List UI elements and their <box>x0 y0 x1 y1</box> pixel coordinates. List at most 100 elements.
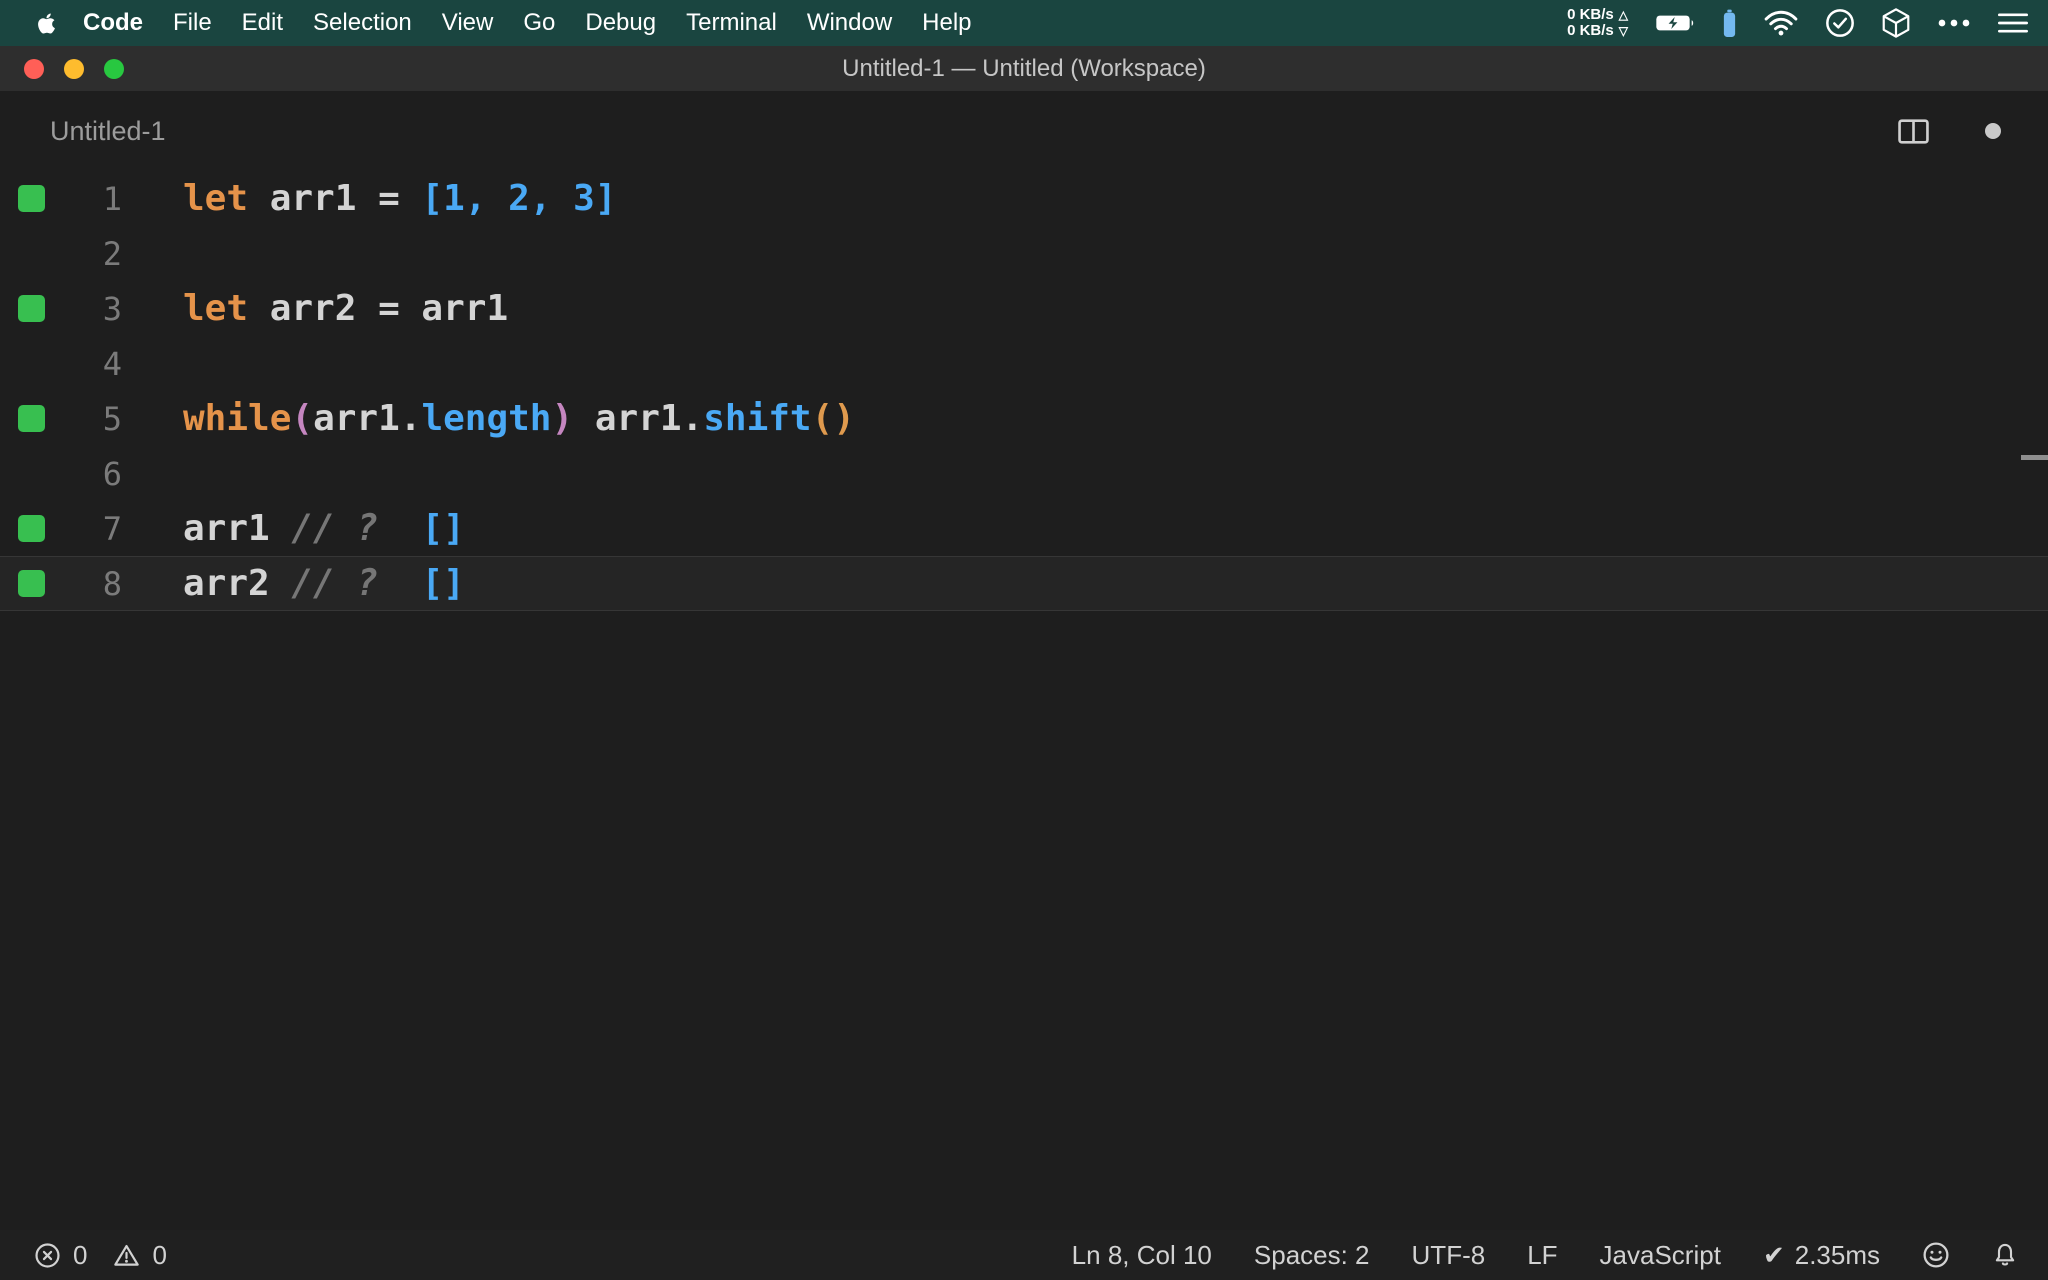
warnings-icon <box>113 1242 140 1269</box>
window-title: Untitled-1 — Untitled (Workspace) <box>842 54 1206 82</box>
code-text: arr1 // ? [] <box>183 508 465 549</box>
traffic-lights <box>24 46 124 91</box>
download-speed-value: 0 KB/s <box>1567 22 1614 39</box>
menu-item-edit[interactable]: Edit <box>227 9 298 37</box>
notifications-bell-icon[interactable] <box>1992 1241 2018 1269</box>
encoding[interactable]: UTF-8 <box>1412 1240 1486 1271</box>
token-blue: [1, 2, 3] <box>421 178 617 219</box>
token-keyword: while <box>183 398 292 439</box>
line-number: 5 <box>102 399 122 438</box>
line-number: 2 <box>102 234 122 273</box>
editor-actions <box>1898 118 2001 144</box>
token-plain: arr1 = <box>248 178 422 219</box>
code-line-7[interactable]: 7 arr1 // ? [] <box>0 501 2048 556</box>
code-text: let arr1 = [1, 2, 3] <box>183 178 617 219</box>
menu-item-view[interactable]: View <box>427 9 509 37</box>
menu-item-selection[interactable]: Selection <box>298 9 427 37</box>
token-orange: () <box>811 398 855 439</box>
quokka-coverage-marker <box>18 515 45 542</box>
battery-charging-icon[interactable] <box>1655 12 1695 34</box>
eol-sequence[interactable]: LF <box>1527 1240 1557 1271</box>
device-battery-icon[interactable] <box>1722 8 1737 39</box>
status-bar-right: Ln 8, Col 10 Spaces: 2 UTF-8 LF JavaScri… <box>1072 1240 2018 1271</box>
token-keyword: let <box>183 288 249 329</box>
upload-arrow-icon: △ <box>1618 8 1628 22</box>
code-line-3[interactable]: 3 let arr2 = arr1 <box>0 281 2048 336</box>
tab-untitled-1[interactable]: Untitled-1 <box>50 116 166 147</box>
gutter-marker-column <box>0 405 58 432</box>
code-lines: 1 let arr1 = [1, 2, 3] 2 3 let arr2 = arr1 4 5… <box>0 171 2048 611</box>
code-line-4[interactable]: 4 <box>0 336 2048 391</box>
line-number: 3 <box>102 289 122 328</box>
code-line-8[interactable]: 8 arr2 // ? [] <box>0 556 2048 611</box>
gutter-marker-column <box>0 185 58 212</box>
cube-icon[interactable] <box>1882 8 1910 38</box>
token-plain: arr1. <box>573 398 704 439</box>
code-text: let arr2 = arr1 <box>183 288 508 329</box>
menu-item-window[interactable]: Window <box>792 9 907 37</box>
apple-menu-icon[interactable] <box>24 11 68 36</box>
menu-item-debug[interactable]: Debug <box>570 9 671 37</box>
token-plain: arr1. <box>313 398 422 439</box>
menu-item-help[interactable]: Help <box>907 9 986 37</box>
zoom-button[interactable] <box>104 58 124 79</box>
split-editor-icon[interactable] <box>1898 118 1929 144</box>
warnings-count: 0 <box>152 1239 167 1270</box>
menu-item-go[interactable]: Go <box>508 9 570 37</box>
screen: Code File Edit Selection View Go Debug Terminal… <box>0 0 2048 1280</box>
line-number: 6 <box>102 454 122 493</box>
upload-speed-value: 0 KB/s <box>1567 6 1614 23</box>
window-title-bar: Untitled-1 — Untitled (Workspace) <box>0 46 2048 91</box>
errors-icon <box>34 1242 61 1269</box>
token-blue: shift <box>703 398 812 439</box>
menu-item-terminal[interactable]: Terminal <box>671 9 792 37</box>
language-mode[interactable]: JavaScript <box>1600 1240 1721 1271</box>
download-speed: 0 KB/s ▽ <box>1567 23 1628 39</box>
quokka-coverage-marker <box>18 295 45 322</box>
close-button[interactable] <box>24 58 44 79</box>
code-line-1[interactable]: 1 let arr1 = [1, 2, 3] <box>0 171 2048 226</box>
menu-lines-icon[interactable] <box>1998 12 2028 34</box>
code-line-2[interactable]: 2 <box>0 226 2048 281</box>
gutter-marker-column <box>0 570 58 597</box>
line-number: 4 <box>102 344 122 383</box>
code-line-5[interactable]: 5 while(arr1.length) arr1.shift() <box>0 391 2048 446</box>
quokka-coverage-marker <box>18 185 45 212</box>
editor: Untitled-1 1 let arr1 = [1, 2, 3] 2 3 let ar… <box>0 91 2048 1230</box>
cursor-position[interactable]: Ln 8, Col 10 <box>1072 1240 1212 1271</box>
line-number: 7 <box>102 509 122 548</box>
token-comment: // ? <box>291 563 379 604</box>
token-magenta: ) <box>551 398 574 439</box>
menu-status-area: 0 KB/s △ 0 KB/s ▽ <box>1567 0 2028 46</box>
menu-item-file[interactable]: File <box>158 9 227 37</box>
gutter-marker-column <box>0 295 58 322</box>
more-icon[interactable] <box>1937 19 1971 27</box>
feedback-smiley-icon[interactable] <box>1922 1241 1950 1269</box>
overview-ruler-marker[interactable] <box>2021 455 2048 460</box>
code-text: arr2 // ? [] <box>183 563 465 604</box>
quokka-coverage-marker <box>18 405 45 432</box>
code-line-6[interactable]: 6 <box>0 446 2048 501</box>
token-comment: // ? <box>291 508 379 549</box>
editor-header: Untitled-1 <box>0 91 2048 171</box>
quokka-time: 2.35ms <box>1794 1239 1880 1270</box>
token-plain: arr2 <box>183 563 292 604</box>
upload-speed: 0 KB/s △ <box>1567 7 1628 23</box>
unsaved-changes-indicator[interactable] <box>1985 123 2001 139</box>
token-blue: length <box>421 398 552 439</box>
problems-indicator[interactable]: 0 0 <box>34 1240 167 1271</box>
macos-menu-bar: Code File Edit Selection View Go Debug Terminal… <box>0 0 2048 46</box>
status-bar: 0 0 Ln 8, Col 10 Spaces: 2 UTF-8 LF Java… <box>0 1230 2048 1280</box>
download-arrow-icon: ▽ <box>1618 24 1628 38</box>
token-magenta: ( <box>291 398 314 439</box>
menu-item-code[interactable]: Code <box>68 9 158 37</box>
code-text: while(arr1.length) arr1.shift() <box>183 398 855 439</box>
minimize-button[interactable] <box>64 58 84 79</box>
indentation[interactable]: Spaces: 2 <box>1254 1240 1370 1271</box>
errors-count: 0 <box>73 1239 88 1270</box>
token-blue: [] <box>421 508 465 549</box>
check-circle-icon[interactable] <box>1825 8 1855 38</box>
wifi-icon[interactable] <box>1764 10 1798 36</box>
quokka-status[interactable]: ✔ 2.35ms <box>1763 1240 1880 1271</box>
network-speed-indicator[interactable]: 0 KB/s △ 0 KB/s ▽ <box>1567 7 1628 39</box>
